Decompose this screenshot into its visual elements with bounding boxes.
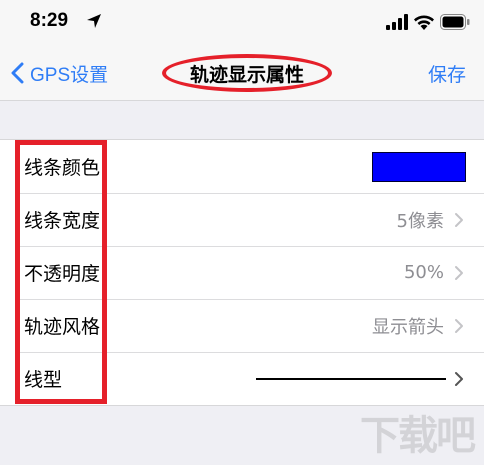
chevron-right-icon (455, 265, 463, 280)
chevron-right-icon (455, 212, 463, 227)
navigation-bar: GPS设置 轨迹显示属性 保存 (0, 46, 484, 101)
row-line-width[interactable]: 线条宽度 5像素 (0, 193, 484, 246)
watermark: 下载吧 (360, 413, 476, 459)
row-line-type[interactable]: 线型 (0, 352, 484, 405)
status-time: 8:29 (30, 10, 69, 31)
chevron-left-icon (11, 62, 24, 84)
signal-icon (386, 14, 408, 30)
row-opacity[interactable]: 不透明度 50% (0, 246, 484, 299)
row-label: 轨迹风格 (24, 316, 101, 338)
status-bar: 8:29 (0, 0, 484, 46)
wifi-icon (414, 15, 434, 30)
row-value: 显示箭头 (372, 316, 444, 338)
row-line-color[interactable]: 线条颜色 (0, 140, 484, 193)
line-color-swatch[interactable] (372, 151, 466, 182)
save-button[interactable]: 保存 (428, 60, 466, 87)
row-label: 线条颜色 (24, 157, 101, 179)
row-label: 线型 (24, 369, 63, 391)
settings-list: 线条颜色 线条宽度 5像素 不透明度 50% 轨迹风格 显示箭头 线型 (0, 139, 484, 406)
row-label: 线条宽度 (24, 210, 101, 232)
back-button-label: GPS设置 (30, 64, 109, 86)
row-label: 不透明度 (24, 263, 101, 285)
line-type-preview (256, 377, 446, 380)
battery-icon (440, 14, 470, 30)
location-arrow-icon (87, 14, 101, 28)
row-value: 5像素 (396, 210, 444, 232)
chevron-right-icon (455, 318, 463, 333)
chevron-right-icon (455, 371, 463, 386)
row-track-style[interactable]: 轨迹风格 显示箭头 (0, 299, 484, 352)
page-title: 轨迹显示属性 (162, 54, 332, 92)
row-value: 50% (403, 262, 444, 283)
back-button[interactable]: GPS设置 (10, 60, 108, 86)
